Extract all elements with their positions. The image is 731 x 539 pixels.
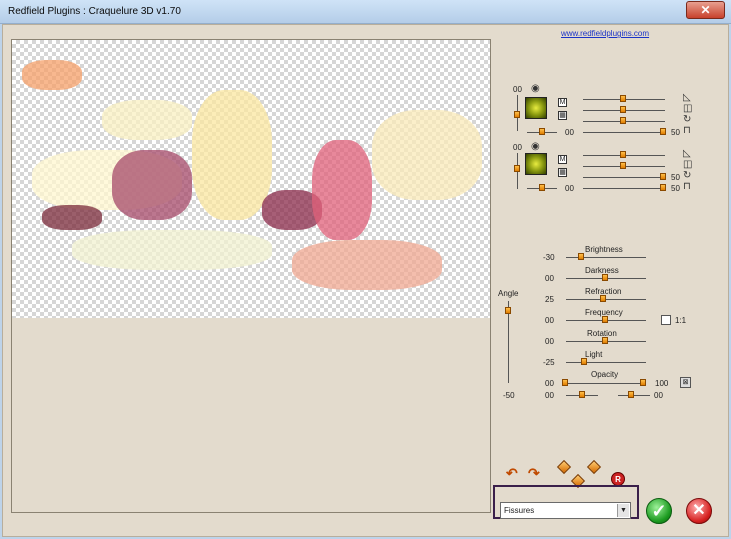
layer2-slider-1-thumb[interactable] [620, 151, 626, 158]
layer1-slider-4-thumb[interactable] [660, 128, 666, 135]
triangle-icon[interactable]: ◺ [683, 148, 691, 159]
random-diamond-icon[interactable] [556, 459, 572, 475]
texture-blot [112, 150, 192, 220]
layer1-bottom-left-thumb[interactable] [539, 128, 545, 135]
rotate-icon[interactable]: ↻ [683, 114, 691, 125]
preset-dropdown[interactable]: Fissures ▼ [500, 502, 631, 519]
eye-icon[interactable]: ◉ [531, 141, 540, 152]
bottom-right-slider-thumb[interactable] [628, 391, 634, 398]
brightness-slider-thumb[interactable] [578, 253, 584, 260]
darkness-value: 00 [545, 274, 554, 283]
ratio-checkbox[interactable] [661, 315, 671, 325]
random-diamond-icon[interactable] [586, 459, 602, 475]
preview-image [12, 40, 490, 318]
ok-button[interactable]: ✓ [646, 498, 672, 524]
layer1-slider-4-track[interactable] [583, 132, 665, 133]
texture-blot [312, 140, 372, 240]
angle-slider-thumb[interactable] [505, 307, 511, 314]
chevron-down-icon[interactable]: ▼ [617, 504, 629, 517]
rotation-slider-thumb[interactable] [602, 337, 608, 344]
opacity-label: Opacity [591, 370, 619, 379]
texture-blot [42, 205, 102, 230]
texture-blot [292, 240, 442, 290]
brightness-label: Brightness [585, 245, 623, 254]
opacity-value: 00 [545, 379, 554, 388]
redo-arrow-icon[interactable]: ↷ [528, 465, 540, 482]
texture-blot [72, 230, 272, 270]
layer1-top-value: 00 [513, 85, 522, 94]
website-link[interactable]: www.redfieldplugins.com [561, 29, 649, 38]
reset-button[interactable]: R [611, 472, 625, 486]
bottom-right-value: 00 [654, 391, 663, 400]
darkness-slider-thumb[interactable] [602, 274, 608, 281]
layer1-slider-3-thumb[interactable] [620, 117, 626, 124]
layer1-bottom-right-value: 50 [671, 128, 680, 137]
refraction-slider-track[interactable] [566, 299, 646, 300]
layer2-bottom-left-thumb[interactable] [539, 184, 545, 191]
shape-icon[interactable]: ◫ [683, 159, 692, 170]
frequency-value: 00 [545, 316, 554, 325]
window-close-button[interactable]: ✕ [686, 1, 725, 19]
undo-arrow-icon[interactable]: ↶ [506, 465, 518, 482]
layer2-slider-2-thumb[interactable] [620, 162, 626, 169]
preview-pane[interactable] [11, 39, 491, 513]
light-value: -25 [543, 358, 555, 367]
title-bar: Redfield Plugins : Craquelure 3D v1.70 ✕ [0, 0, 731, 24]
texture-blot [22, 60, 82, 90]
angle-value: -50 [503, 391, 515, 400]
light-slider-track[interactable] [566, 362, 646, 363]
plugin-client-area: www.redfieldplugins.com 00 ◉ M ▦ ◺ ◫ ↻ 0… [2, 24, 729, 537]
texture-blot [192, 90, 272, 220]
opacity-right-value: 100 [655, 379, 669, 388]
mask-icon[interactable]: M [558, 98, 567, 107]
refraction-slider-thumb[interactable] [600, 295, 606, 302]
light-label: Light [585, 350, 603, 359]
window-title: Redfield Plugins : Craquelure 3D v1.70 [8, 6, 181, 17]
layer2-slider-3-value: 50 [671, 173, 680, 182]
eye-icon[interactable]: ◉ [531, 83, 540, 94]
opacity-slider-track[interactable] [566, 383, 646, 384]
layer2-top-value: 00 [513, 143, 522, 152]
bottom-left-value: 00 [545, 391, 554, 400]
frequency-slider-thumb[interactable] [602, 316, 608, 323]
layer1-vslider-thumb[interactable] [514, 111, 520, 118]
layer2-slider-4-thumb[interactable] [660, 184, 666, 191]
shape-icon[interactable]: ◫ [683, 103, 692, 114]
brightness-value: -30 [543, 253, 555, 262]
layer1-slider-1-thumb[interactable] [620, 95, 626, 102]
rotation-value: 00 [545, 337, 554, 346]
layer2-vslider-thumb[interactable] [514, 165, 520, 172]
refraction-value: 25 [545, 295, 554, 304]
layer1-bottom-left-value: 00 [565, 128, 574, 137]
pattern-icon[interactable]: ▦ [558, 111, 567, 120]
opacity-slider-thumb-right[interactable] [640, 379, 646, 386]
angle-label: Angle [498, 289, 519, 298]
layer2-texture-swatch[interactable] [525, 153, 547, 175]
opacity-slider-thumb-left[interactable] [562, 379, 568, 386]
light-slider-thumb[interactable] [581, 358, 587, 365]
opacity-reset-icon[interactable]: ⊠ [680, 377, 691, 388]
triangle-icon[interactable]: ◺ [683, 92, 691, 103]
texture-blot [372, 110, 482, 200]
bottom-right-slider-track[interactable] [618, 395, 650, 396]
emboss-icon[interactable]: ⊓ [683, 181, 691, 192]
preset-selected: Fissures [504, 506, 535, 515]
layer1-slider-2-thumb[interactable] [620, 106, 626, 113]
cancel-button[interactable]: ✕ [686, 498, 712, 524]
emboss-icon[interactable]: ⊓ [683, 125, 691, 136]
bottom-left-slider-thumb[interactable] [579, 391, 585, 398]
ratio-label: 1:1 [675, 316, 687, 325]
rotate-icon[interactable]: ↻ [683, 170, 691, 181]
layer2-bottom-right-value: 50 [671, 184, 680, 193]
layer2-slider-4-track[interactable] [583, 188, 665, 189]
texture-blot [102, 100, 192, 140]
layer2-bottom-left-value: 00 [565, 184, 574, 193]
mask-icon[interactable]: M [558, 155, 567, 164]
layer2-slider-3-thumb[interactable] [660, 173, 666, 180]
pattern-icon[interactable]: ▦ [558, 168, 567, 177]
layer2-slider-3-track[interactable] [583, 177, 665, 178]
layer1-texture-swatch[interactable] [525, 97, 547, 119]
